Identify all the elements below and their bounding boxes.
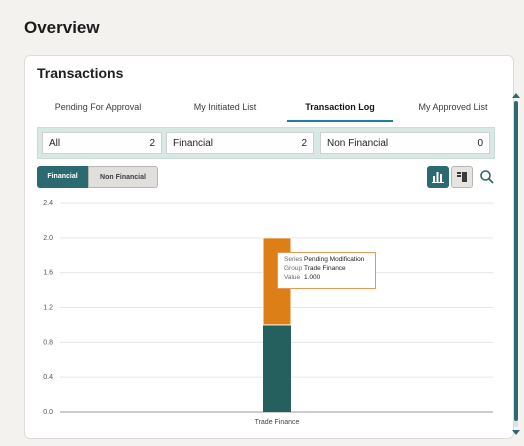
tooltip-group-key: Group xyxy=(284,265,303,272)
scroll-down-arrow[interactable] xyxy=(512,430,520,435)
tooltip-value-key: Value xyxy=(284,274,301,281)
tab-pending-for-approval[interactable]: Pending For Approval xyxy=(39,96,157,122)
filter-financial[interactable]: Financial 2 xyxy=(166,132,314,154)
y-tick-label: 0.4 xyxy=(43,374,53,381)
tooltip-group-value: Trade Finance xyxy=(304,265,346,272)
filter-non-financial-count: 0 xyxy=(477,138,483,149)
chart-tooltip: Series Pending Modification Group Trade Fi… xyxy=(277,252,376,289)
y-tick-label: 1.6 xyxy=(43,270,53,277)
page-title: Overview xyxy=(24,18,100,37)
tab-bar: Pending For Approval My Initiated List T… xyxy=(25,96,509,122)
bar-segment-0 xyxy=(263,324,291,412)
search-button[interactable] xyxy=(477,167,497,187)
tab-transaction-log[interactable]: Transaction Log xyxy=(287,96,393,122)
filter-financial-count: 2 xyxy=(301,138,307,149)
scroll-thumb[interactable] xyxy=(514,101,518,421)
filter-all[interactable]: All 2 xyxy=(42,132,162,154)
tab-my-initiated-list[interactable]: My Initiated List xyxy=(173,96,277,122)
y-tick-label: 2.4 xyxy=(43,200,53,207)
tooltip-series-key: Series xyxy=(284,256,303,263)
card-title: Transactions xyxy=(37,65,124,81)
tooltip-value-value: 1.000 xyxy=(304,274,321,281)
vertical-scrollbar[interactable] xyxy=(512,93,520,435)
table-view-button[interactable] xyxy=(451,166,473,188)
stacked-bar-chart: 0.0 0.4 0.8 1.2 1.6 2.0 2.4 Trade Finance xyxy=(43,200,493,426)
filter-financial-label: Financial xyxy=(173,138,214,149)
y-tick-label: 0.0 xyxy=(43,409,53,416)
table-icon xyxy=(457,172,467,182)
filter-all-count: 2 xyxy=(149,138,155,149)
y-tick-label: 0.8 xyxy=(43,339,53,346)
financial-toggle[interactable]: Financial xyxy=(37,166,88,188)
tab-my-approved-list[interactable]: My Approved List xyxy=(401,96,505,122)
non-financial-toggle[interactable]: Non Financial xyxy=(88,166,158,188)
filter-bar: All 2 Financial 2 Non Financial 0 xyxy=(37,127,495,159)
y-tick-label: 1.2 xyxy=(43,305,53,312)
y-tick-label: 2.0 xyxy=(43,235,53,242)
bar-chart-icon xyxy=(432,172,444,183)
x-tick-label: Trade Finance xyxy=(255,419,300,426)
scroll-up-arrow[interactable] xyxy=(512,93,520,98)
filter-all-label: All xyxy=(49,138,61,149)
chart-view-button[interactable] xyxy=(427,166,449,188)
search-icon xyxy=(480,170,494,184)
transactions-card: Transactions Pending For Approval My Ini… xyxy=(24,55,514,439)
filter-non-financial[interactable]: Non Financial 0 xyxy=(320,132,490,154)
tooltip-series-value: Pending Modification xyxy=(304,256,365,263)
filter-non-financial-label: Non Financial xyxy=(327,138,389,149)
